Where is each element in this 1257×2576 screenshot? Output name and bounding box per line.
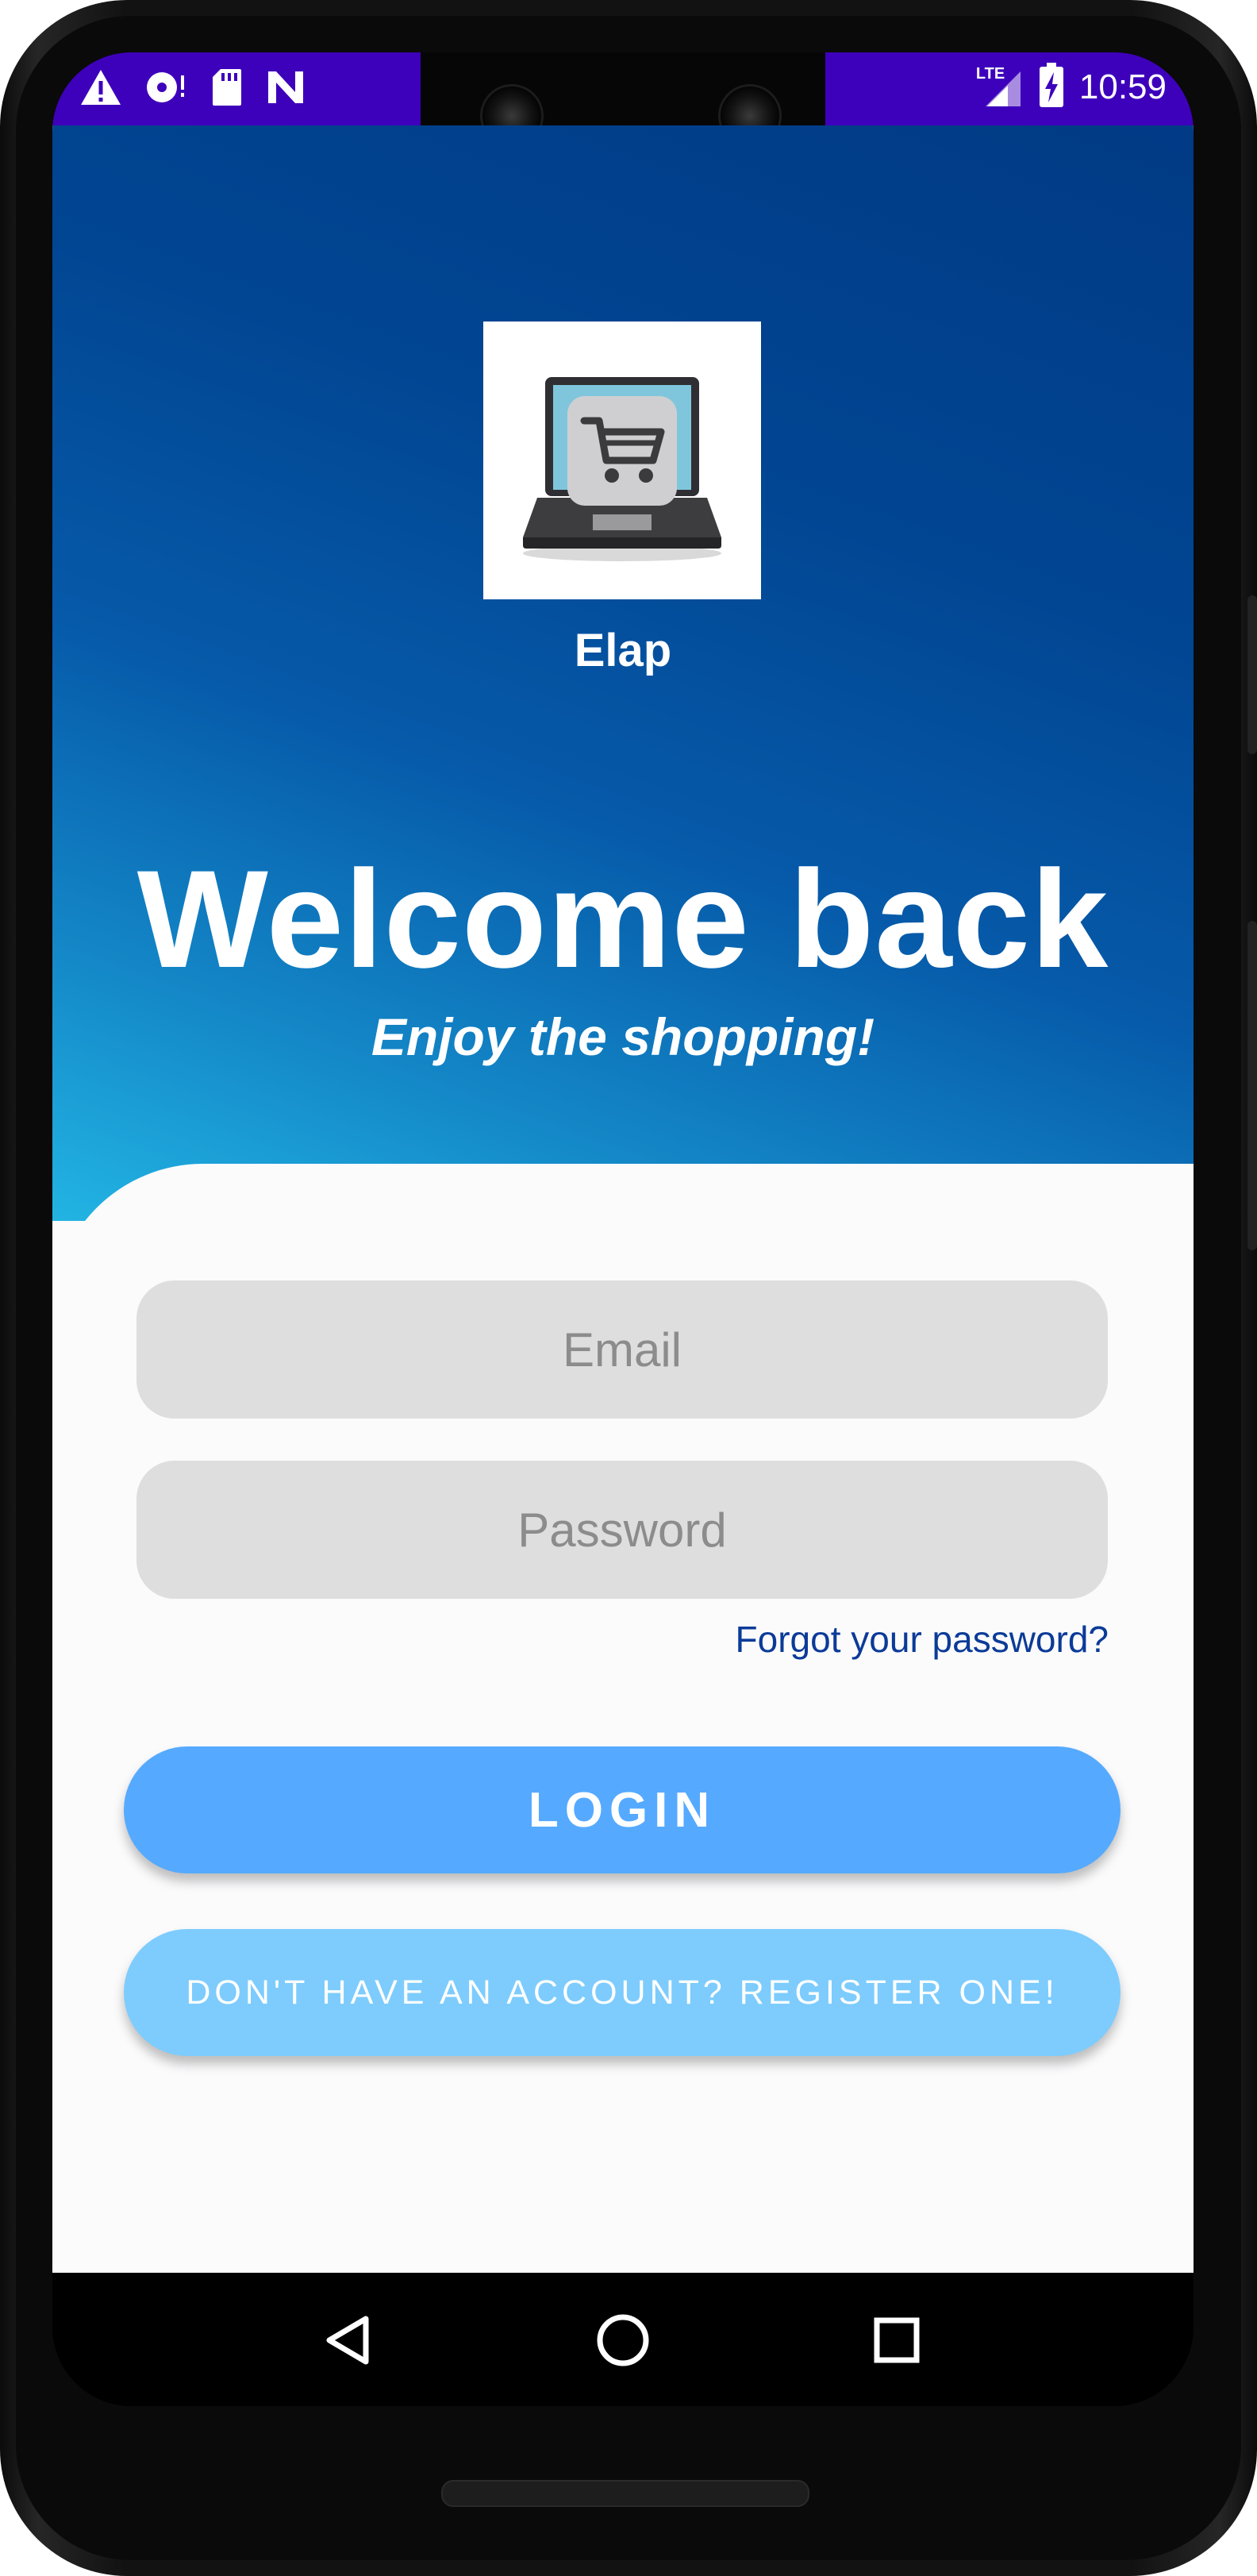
power-button <box>1247 595 1257 754</box>
password-field[interactable] <box>136 1461 1108 1599</box>
back-icon <box>326 2316 369 2365</box>
hero-header: Elap Welcome back Enjoy the shopping! <box>52 125 1194 1221</box>
navigation-bar <box>52 2273 1194 2406</box>
email-field[interactable] <box>136 1280 1108 1419</box>
back-button[interactable] <box>313 2305 385 2376</box>
status-icons-right: LTE 10:59 <box>976 62 1167 113</box>
device-screen: LTE 10:59 Elap Welcome back Enjoy the sh… <box>52 52 1194 2406</box>
status-icons-left <box>79 67 306 111</box>
home-button[interactable] <box>587 2305 659 2376</box>
warning-icon <box>79 68 122 110</box>
login-screen: Elap Welcome back Enjoy the shopping! Fo… <box>52 125 1194 2273</box>
sd-card-icon <box>211 67 243 111</box>
network-type-label: LTE <box>975 65 1005 83</box>
battery-charging-icon <box>1038 62 1065 113</box>
signal-icon: LTE <box>976 65 1024 110</box>
n-notification-icon <box>265 68 306 110</box>
home-icon <box>597 2314 649 2366</box>
status-time: 10:59 <box>1078 67 1167 106</box>
bottom-speaker <box>441 2480 809 2507</box>
forgot-password-link[interactable]: Forgot your password? <box>736 1618 1109 1661</box>
disc-icon <box>144 67 189 111</box>
laptop-shopping-cart-icon <box>523 377 721 561</box>
app-name: Elap <box>574 625 672 676</box>
welcome-subtitle: Enjoy the shopping! <box>371 1007 875 1066</box>
app-logo <box>483 322 761 599</box>
welcome-title: Welcome back <box>136 842 1109 997</box>
volume-button <box>1247 921 1257 1250</box>
recents-button[interactable] <box>861 2305 932 2376</box>
register-button[interactable]: DON'T HAVE AN ACCOUNT? REGISTER ONE! <box>124 1929 1121 2056</box>
recents-icon <box>874 2317 920 2363</box>
login-button[interactable]: LOGIN <box>124 1746 1121 1873</box>
